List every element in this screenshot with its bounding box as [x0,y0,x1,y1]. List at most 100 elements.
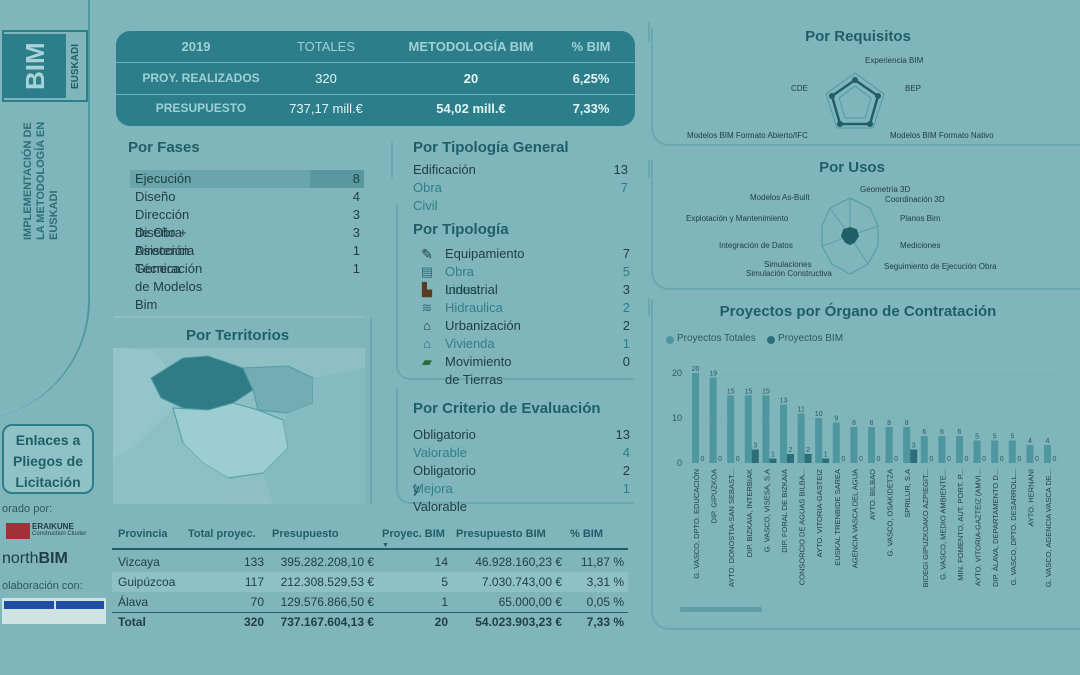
radar-label: Geometría 3D [860,185,911,194]
cell: 46.928.160,23 € [475,555,562,569]
fases-item-label[interactable]: Diseño + Dirección [135,224,189,258]
tipologia-general-value: 7 [620,180,628,195]
tipologia-general-item[interactable]: Obra Civil [413,179,442,213]
enlaces-pliegos-button[interactable]: Enlaces a Pliegos de Licitación [2,424,94,494]
bar-value-label: 15 [744,389,752,396]
bar-proyectos-totales[interactable] [956,436,963,463]
fases-item-label[interactable]: Generación de Modelos Bim [135,260,202,312]
bar-proyectos-totales[interactable] [868,427,875,463]
bar-proyectos-totales[interactable] [815,418,823,463]
bar-proyectos-totales[interactable] [744,395,752,464]
bar-value-label: 4 [1028,438,1032,445]
organo-bar-chart[interactable]: 01020 200G. VASCO, DPTO. EDUCACIÓN190DIP.… [660,355,1080,615]
bar-proyectos-totales[interactable] [903,427,911,463]
legend-bim[interactable]: Proyectos BIM [778,333,843,344]
x-category-label: DIP. FORAL DE BIZKAIA [780,469,789,553]
fases-item-label[interactable]: Ejecución [135,170,191,188]
total-cell: 20 [434,615,448,629]
northbim-logo: northBIM [2,550,68,568]
radar-point[interactable] [852,77,858,83]
chart-scrollbar[interactable] [680,607,762,612]
criterio-item[interactable]: Obligatorio [413,426,476,444]
bar-proyectos-totales[interactable] [885,427,893,463]
bar-proyectos-totales[interactable] [762,395,770,464]
fases-item-label[interactable]: Diseño [135,188,175,206]
col-header-proyec-bim[interactable]: Proyec. BIM [382,528,445,540]
x-category-label: DIP. BIZKAIA, INTERBIAK [745,469,754,557]
bar-proyectos-totales[interactable] [797,413,805,464]
cell: 395.282.208,10 € [280,555,374,569]
bar-proyectos-bim[interactable] [787,454,794,463]
summary-bim-header: METODOLOGÍA BIM [408,39,534,54]
radar-point[interactable] [837,121,843,127]
bar-proyectos-totales[interactable] [727,395,735,464]
tipologia-item[interactable]: Hidraulica [445,299,503,317]
radar-label: Seguimiento de Ejecución Obra [884,262,997,271]
bar-proyectos-bim[interactable] [822,458,830,464]
tipologia-item[interactable]: Industrial [445,281,498,299]
legend-totales[interactable]: Proyectos Totales [677,333,756,344]
cell: 1 [441,595,448,609]
bar-proyectos-totales[interactable] [692,373,699,463]
col-header-provincia[interactable]: Provincia [118,528,168,540]
bim-logo: BIM [4,34,66,98]
bar-proyectos-bim[interactable] [769,458,777,464]
summary-label-presupuesto: PRESUPUESTO [155,101,247,115]
bar-value-label: 5 [975,434,979,441]
bar-proyectos-totales[interactable] [709,377,717,464]
cell: 212.308.529,53 € [280,575,374,589]
fases-item-label[interactable]: Dirección de Obra [135,206,189,240]
tipologia-item[interactable]: Equipamiento [445,245,525,263]
bar-proyectos-bim[interactable] [910,449,918,464]
divider [648,22,650,42]
bar-value-label: 2 [806,447,810,454]
radar-point[interactable] [867,121,873,127]
criterio-value: 13 [615,427,630,442]
tipologia-item[interactable]: Vivienda [445,335,495,353]
col-header-total[interactable]: Total proyec. [188,528,256,540]
bar-proyectos-totales[interactable] [991,440,999,464]
bar-proyectos-totales[interactable] [850,427,858,463]
bar-proyectos-totales[interactable] [1044,445,1051,463]
divider [648,298,650,316]
fases-item-value: 1 [352,243,360,258]
eraikune-logo: ERAIKUNE Construction Cluster [32,522,86,537]
fases-item-label[interactable]: Asistencia Técnica [135,242,194,276]
x-category-label: AYTO. VITORIA-GAZTEIZ (AMVI... [974,469,983,586]
cell: Álava [118,595,149,609]
bar-value-label: 0 [859,456,863,463]
bar-value-label: 0 [1017,456,1021,463]
bar-proyectos-totales[interactable] [1026,445,1034,463]
radar-label: Experiencia BIM [865,56,924,65]
col-header-presupuesto[interactable]: Presupuesto [272,528,339,540]
northbim-part-a: north [2,550,39,567]
bar-proyectos-totales[interactable] [1008,440,1016,464]
tipologia-item[interactable]: Urbanización [445,317,521,335]
requisitos-radar-chart[interactable] [820,68,890,132]
col-header-presupuesto-bim[interactable]: Presupuesto BIM [456,528,546,540]
radar-point[interactable] [875,93,881,99]
bar-value-label: 0 [841,456,845,463]
tipologia-value: 5 [622,264,630,279]
criterio-item[interactable]: Valorable [413,444,467,462]
bar-proyectos-bim[interactable] [804,454,812,463]
tipologia-general-title: Por Tipología General [413,139,569,156]
territories-map[interactable] [113,348,365,504]
bar-proyectos-totales[interactable] [832,422,840,464]
tipologia-item[interactable]: Movimiento de Tierras [445,353,511,387]
bar-proyectos-totales[interactable] [938,436,946,463]
radar-point[interactable] [829,93,835,99]
criterio-item[interactable]: Mejora [413,480,453,498]
tipologia-general-item[interactable]: Edificación [413,161,476,179]
bar-proyectos-bim[interactable] [751,449,759,464]
usos-radar-chart[interactable] [820,196,880,276]
tipologia-item[interactable]: Obra Lineal [445,263,480,297]
divider [370,318,372,504]
bar-proyectos-totales[interactable] [973,440,981,464]
col-header-pct-bim[interactable]: % BIM [570,528,603,540]
bar-proyectos-totales[interactable] [780,404,787,464]
bar-proyectos-totales[interactable] [920,436,928,463]
x-category-label: MIN. FOMENTO, AUT. PORT. P... [956,469,965,581]
bar-value-label: 13 [780,398,788,405]
criterio-item[interactable]: Obligatorio y Valorable [413,462,476,514]
